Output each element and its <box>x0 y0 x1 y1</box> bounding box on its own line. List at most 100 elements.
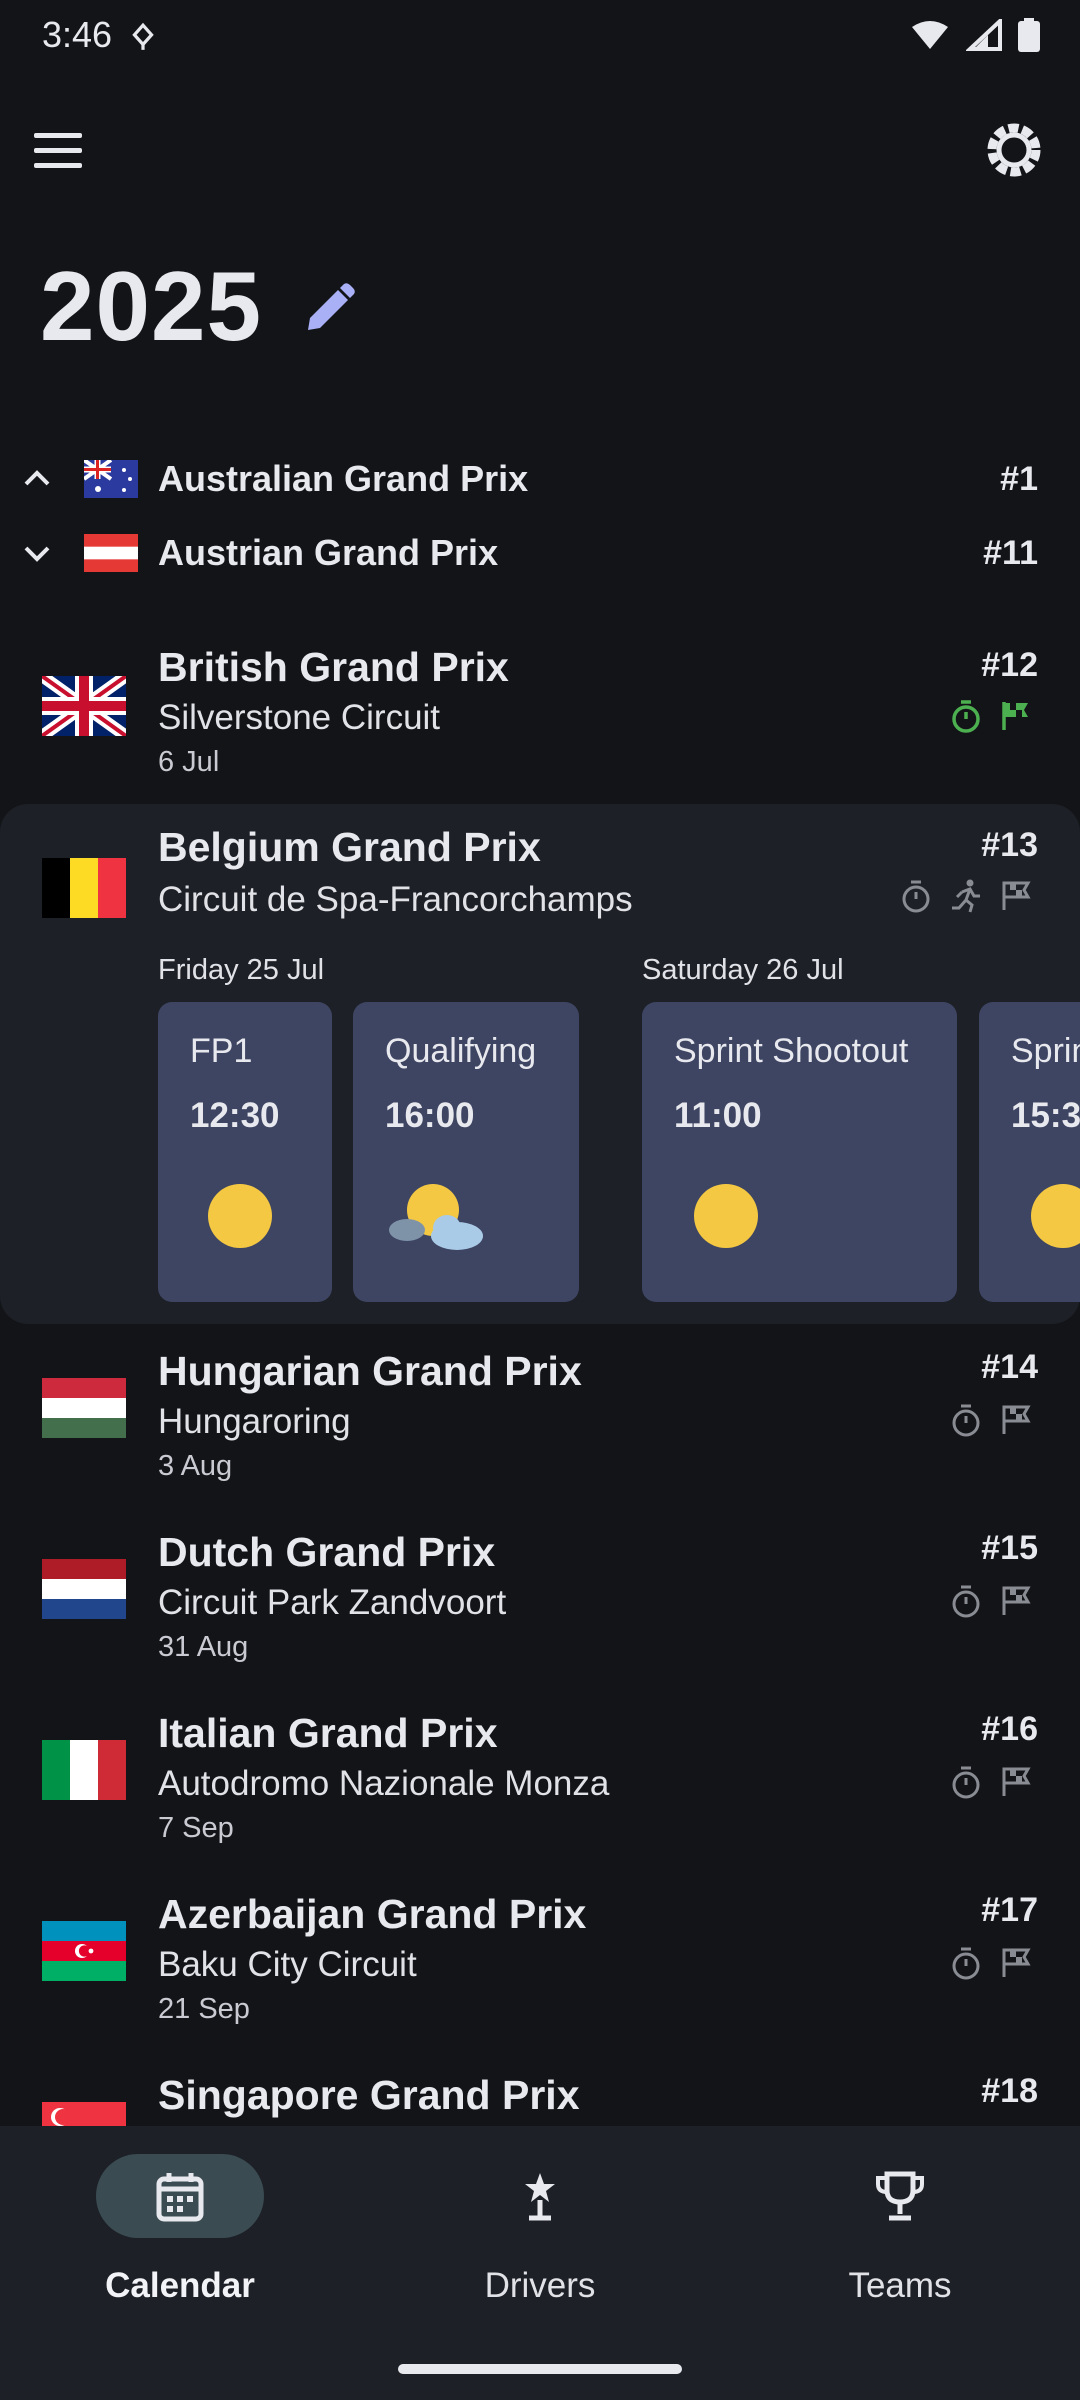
nav-label: Calendar <box>105 2266 255 2305</box>
star-trophy-icon <box>525 2173 555 2221</box>
calendar-icon <box>156 2173 204 2222</box>
menu-icon-line <box>34 162 82 168</box>
menu-button[interactable] <box>34 120 94 180</box>
race-number: #11 <box>983 534 1038 572</box>
stopwatch-icon <box>952 1766 980 1799</box>
gear-icon <box>987 123 1041 177</box>
season-year: 2025 <box>40 251 263 361</box>
edit-year-button[interactable] <box>300 280 358 338</box>
session-status-icons <box>898 878 1034 914</box>
stopwatch-icon <box>952 700 980 733</box>
menu-icon-line <box>34 132 82 138</box>
checkered-flag-icon <box>1002 1405 1031 1434</box>
race-row-dutch[interactable]: Dutch Grand Prix Circuit Park Zandvoort … <box>0 1511 1080 1681</box>
race-number: #18 <box>981 2072 1038 2110</box>
partly-cloudy-icon <box>389 1184 483 1250</box>
checkered-flag-icon <box>1002 1767 1031 1796</box>
pencil-icon <box>308 283 355 330</box>
nav-drivers[interactable]: Drivers <box>390 2154 690 2314</box>
flag-hungary-icon <box>42 1378 126 1438</box>
race-date: 31 Aug <box>158 1631 249 1663</box>
session-name: Sprint <box>1011 1032 1080 1070</box>
race-name: Azerbaijan Grand Prix <box>158 1891 587 1937</box>
sunny-icon <box>694 1184 758 1248</box>
session-card-sprint-shootout[interactable]: Sprint Shootout 11:00 <box>642 1002 957 1302</box>
settings-button[interactable] <box>982 118 1046 182</box>
race-date: 6 Jul <box>158 746 220 778</box>
flag-netherlands-icon <box>42 1559 126 1619</box>
flag-italy-icon <box>42 1740 126 1800</box>
flag-austria-icon <box>84 534 138 572</box>
race-row-italian[interactable]: Italian Grand Prix Autodromo Nazionale M… <box>0 1692 1080 1862</box>
race-name: Hungarian Grand Prix <box>158 1348 582 1394</box>
stopwatch-icon <box>952 1404 980 1437</box>
circuit-name: Circuit Park Zandvoort <box>158 1583 507 1622</box>
collapsed-row-australia[interactable]: Australian Grand Prix #1 <box>0 442 1080 516</box>
race-row-azerbaijan[interactable]: Azerbaijan Grand Prix Baku City Circuit … <box>0 1873 1080 2043</box>
race-number: #17 <box>981 1891 1038 1929</box>
sunny-icon <box>208 1184 272 1248</box>
session-card-sprint[interactable]: Sprint 15:30 <box>979 1002 1080 1302</box>
nav-label: Teams <box>848 2266 952 2305</box>
race-number: #13 <box>981 826 1038 864</box>
race-number: #15 <box>981 1529 1038 1567</box>
circuit-name: Hungaroring <box>158 1402 351 1441</box>
stopwatch-icon <box>952 1585 980 1618</box>
session-name: Sprint Shootout <box>674 1032 909 1070</box>
day-label: Friday 25 Jul <box>158 954 325 986</box>
nav-teams[interactable]: Teams <box>750 2154 1050 2314</box>
nav-label: Drivers <box>484 2266 596 2305</box>
session-time: 16:00 <box>385 1096 475 1135</box>
race-name: Austrian Grand Prix <box>158 532 499 573</box>
race-row-british[interactable]: British Grand Prix Silverstone Circuit 6… <box>0 630 1080 790</box>
wifi-icon <box>912 21 948 49</box>
running-icon <box>952 879 980 913</box>
race-row-hungarian[interactable]: Hungarian Grand Prix Hungaroring 3 Aug #… <box>0 1330 1080 1500</box>
session-name: Qualifying <box>385 1032 537 1070</box>
race-name: British Grand Prix <box>158 644 509 690</box>
menu-icon-line <box>34 147 82 153</box>
race-row-singapore[interactable]: Singapore Grand Prix #18 <box>0 2054 1080 2126</box>
checkered-flag-icon <box>1002 881 1031 910</box>
race-number: #1 <box>1000 460 1038 498</box>
nav-calendar[interactable]: Calendar <box>30 2154 330 2314</box>
circuit-name: Autodromo Nazionale Monza <box>158 1764 610 1803</box>
race-name: Dutch Grand Prix <box>158 1529 496 1575</box>
race-number: #12 <box>981 646 1038 684</box>
flag-uk-icon <box>42 676 126 736</box>
flag-azerbaijan-icon <box>42 1921 126 1981</box>
flag-singapore-icon <box>42 2102 126 2126</box>
stopwatch-icon <box>952 1947 980 1980</box>
session-card-fp1[interactable]: FP1 12:30 <box>158 1002 332 1302</box>
day-label: Saturday 26 Jul <box>642 954 844 986</box>
signal-icon <box>966 19 1002 51</box>
chevron-up-icon <box>24 470 50 486</box>
collapsed-row-austria[interactable]: Austrian Grand Prix #11 <box>0 516 1080 590</box>
race-name: Australian Grand Prix <box>158 458 529 499</box>
race-date: 21 Sep <box>158 1993 250 2025</box>
race-date: 3 Aug <box>158 1450 233 1482</box>
status-time: 3:46 <box>42 14 113 55</box>
session-time: 15:30 <box>1011 1096 1080 1135</box>
session-time: 12:30 <box>190 1096 280 1135</box>
session-card-qualifying[interactable]: Qualifying 16:00 <box>353 1002 579 1302</box>
battery-icon <box>1018 18 1040 52</box>
race-number: #14 <box>981 1348 1038 1386</box>
circuit-name: Silverstone Circuit <box>158 698 441 737</box>
trophy-icon <box>876 2171 924 2221</box>
notification-icon <box>130 22 156 52</box>
circuit-name: Baku City Circuit <box>158 1945 417 1984</box>
checkered-flag-icon <box>1002 702 1028 730</box>
sunny-icon <box>1031 1184 1080 1248</box>
session-name: FP1 <box>190 1032 253 1070</box>
race-name: Belgium Grand Prix <box>158 824 541 870</box>
session-time: 11:00 <box>674 1096 762 1135</box>
race-name: Singapore Grand Prix <box>158 2072 580 2118</box>
race-number: #16 <box>981 1710 1038 1748</box>
chevron-down-icon <box>24 546 50 562</box>
gesture-handle[interactable] <box>398 2364 682 2374</box>
race-name: Italian Grand Prix <box>158 1710 498 1756</box>
status-icons <box>910 18 1040 52</box>
flag-belgium-icon <box>42 858 126 918</box>
circuit-name: Circuit de Spa-Francorchamps <box>158 880 633 919</box>
